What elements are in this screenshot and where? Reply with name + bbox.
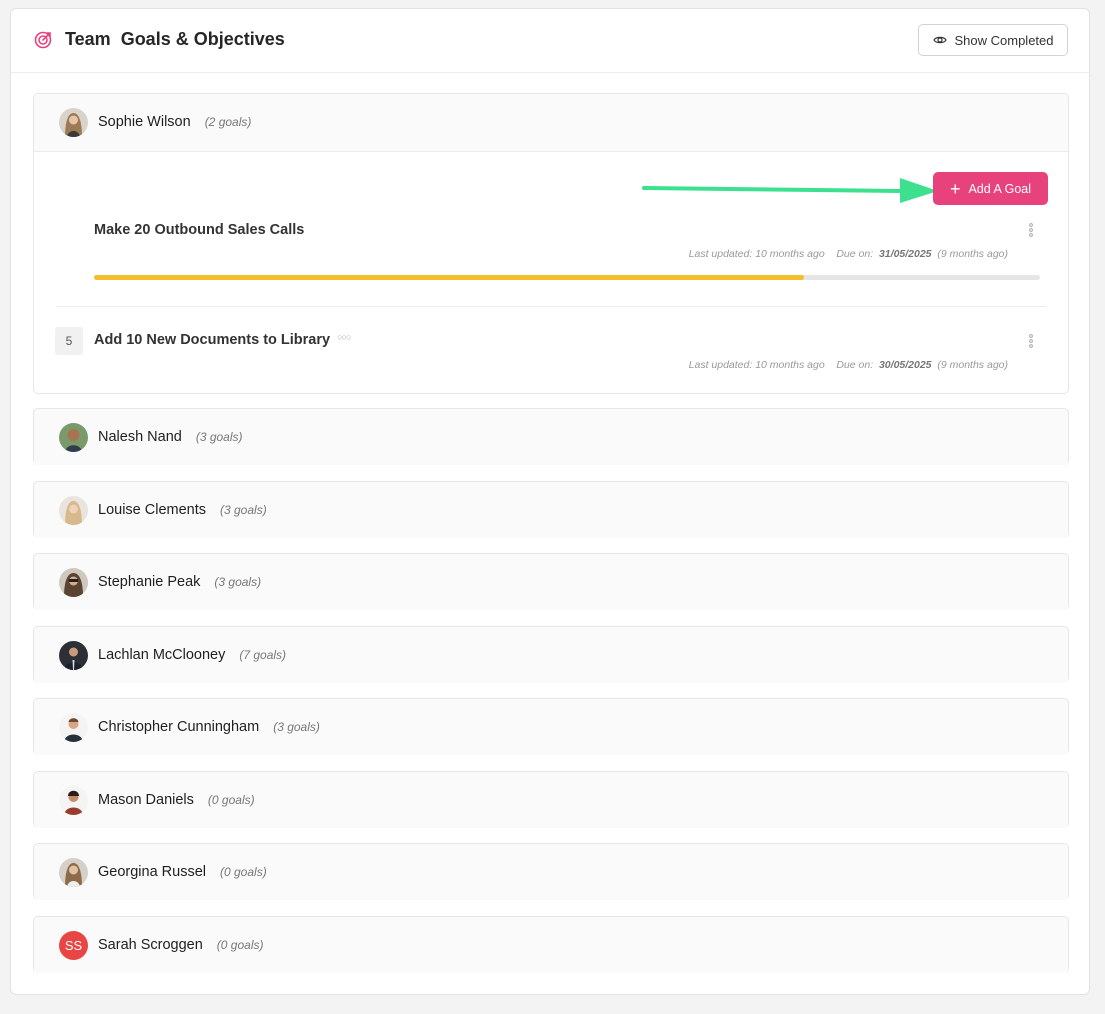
avatar <box>59 713 88 742</box>
goal-count: (3 goals) <box>195 430 243 444</box>
member-header[interactable]: Sophie Wilson (2 goals) <box>34 94 1068 152</box>
member-name-wrap: Christopher Cunningham (3 goals) <box>98 719 320 735</box>
due-relative: (9 months ago) <box>937 359 1008 371</box>
last-updated: Last updated: 10 months ago <box>688 359 825 371</box>
member-panel-louise-clements[interactable]: Louise Clements (3 goals) <box>33 481 1069 538</box>
annotation-arrow <box>642 178 938 203</box>
member-name-wrap: Sophie Wilson (2 goals) <box>98 114 251 130</box>
kebab-menu-icon[interactable] <box>1028 222 1034 238</box>
eye-icon <box>932 36 947 44</box>
member-name: Stephanie Peak <box>98 574 201 590</box>
due-date: 30/05/2025 <box>878 359 932 371</box>
goal-title: Add 10 New Documents to Library <box>94 332 331 348</box>
goal-count: (7 goals) <box>239 648 287 662</box>
goal-count: (3 goals) <box>214 575 262 589</box>
member-panel-mason-daniels[interactable]: Mason Daniels (0 goals) <box>33 771 1069 828</box>
show-completed-button[interactable]: Show Completed <box>918 24 1068 56</box>
member-panel-sophie-wilson: Sophie Wilson (2 goals) + Add A Goal Make… <box>33 93 1069 394</box>
member-name-wrap: Nalesh Nand (3 goals) <box>98 429 243 445</box>
member-name: Sarah Scroggen <box>98 937 203 953</box>
member-header[interactable]: Mason Daniels (0 goals) <box>34 772 1068 828</box>
member-header[interactable]: Georgina Russel (0 goals) <box>34 844 1068 900</box>
avatar <box>59 641 88 670</box>
avatar <box>59 858 88 887</box>
member-name: Georgina Russel <box>98 864 206 880</box>
member-header[interactable]: SS Sarah Scroggen (0 goals) <box>34 917 1068 973</box>
member-header[interactable]: Nalesh Nand (3 goals) <box>34 409 1068 465</box>
page-title: Team Goals & Objectives <box>65 29 285 49</box>
goal-meta: Last updated: 10 months ago Due on: 31/0… <box>689 248 1008 260</box>
due-label: Due on: <box>836 359 874 371</box>
member-panel-georgina-russel[interactable]: Georgina Russel (0 goals) <box>33 843 1069 900</box>
goal-title-wrap[interactable]: Add 10 New Documents to Library ○○○ <box>94 332 351 348</box>
goal-count: (0 goals) <box>216 938 264 952</box>
member-header[interactable]: Louise Clements (3 goals) <box>34 482 1068 538</box>
goal-number-badge: 5 <box>55 327 83 355</box>
due-label: Due on: <box>836 248 874 260</box>
goal-count: (0 goals) <box>220 865 267 879</box>
avatar: SS <box>59 931 88 960</box>
member-panel-christopher-cunningham[interactable]: Christopher Cunningham (3 goals) <box>33 698 1069 755</box>
member-panel-lachlan-mcclooney[interactable]: Lachlan McClooney (7 goals) <box>33 626 1069 683</box>
more-dots-icon: ○○○ <box>337 332 351 342</box>
goal-count: (3 goals) <box>273 720 320 734</box>
add-goal-button[interactable]: + Add A Goal <box>933 172 1048 205</box>
goals-card: Team Goals & Objectives Show Completed S… <box>10 8 1090 995</box>
goal-title[interactable]: Make 20 Outbound Sales Calls <box>94 222 304 238</box>
add-goal-label: Add A Goal <box>968 181 1032 196</box>
member-header[interactable]: Stephanie Peak (3 goals) <box>34 554 1068 610</box>
member-name: Lachlan McClooney <box>98 647 226 663</box>
avatar <box>59 786 88 815</box>
show-completed-label: Show Completed <box>954 32 1054 48</box>
member-name-wrap: Mason Daniels (0 goals) <box>98 792 255 808</box>
card-header: Team Goals & Objectives Show Completed <box>11 9 1089 73</box>
member-name-wrap: Stephanie Peak (3 goals) <box>98 574 261 590</box>
member-panel-sarah-scroggen[interactable]: SS Sarah Scroggen (0 goals) <box>33 916 1069 973</box>
member-header[interactable]: Christopher Cunningham (3 goals) <box>34 699 1068 755</box>
member-name-wrap: Louise Clements (3 goals) <box>98 502 267 518</box>
avatar <box>59 496 88 525</box>
progress-bar <box>94 275 1040 280</box>
goal-count: (0 goals) <box>207 793 255 807</box>
due-date: 31/05/2025 <box>878 248 932 260</box>
member-name: Mason Daniels <box>98 792 194 808</box>
member-name-wrap: Georgina Russel (0 goals) <box>98 864 267 880</box>
avatar <box>59 423 88 452</box>
avatar <box>59 568 88 597</box>
goal-meta: Last updated: 10 months ago Due on: 30/0… <box>689 359 1008 371</box>
member-name: Sophie Wilson <box>98 114 191 130</box>
member-panel-stephanie-peak[interactable]: Stephanie Peak (3 goals) <box>33 553 1069 610</box>
kebab-menu-icon[interactable] <box>1028 333 1034 349</box>
member-name: Nalesh Nand <box>98 429 182 445</box>
member-panel-nalesh-nand[interactable]: Nalesh Nand (3 goals) <box>33 408 1069 465</box>
target-icon <box>34 31 52 49</box>
member-name: Christopher Cunningham <box>98 719 260 735</box>
divider <box>56 306 1046 307</box>
last-updated: Last updated: 10 months ago <box>688 248 825 260</box>
due-relative: (9 months ago) <box>937 248 1008 260</box>
member-header[interactable]: Lachlan McClooney (7 goals) <box>34 627 1068 683</box>
plus-icon: + <box>949 178 961 199</box>
goal-count: (3 goals) <box>220 503 267 517</box>
avatar <box>59 108 88 137</box>
member-name-wrap: Lachlan McClooney (7 goals) <box>98 647 286 663</box>
member-name-wrap: Sarah Scroggen (0 goals) <box>98 937 263 953</box>
member-name: Louise Clements <box>98 502 206 518</box>
progress-fill <box>94 275 804 280</box>
goal-count: (2 goals) <box>204 115 252 129</box>
